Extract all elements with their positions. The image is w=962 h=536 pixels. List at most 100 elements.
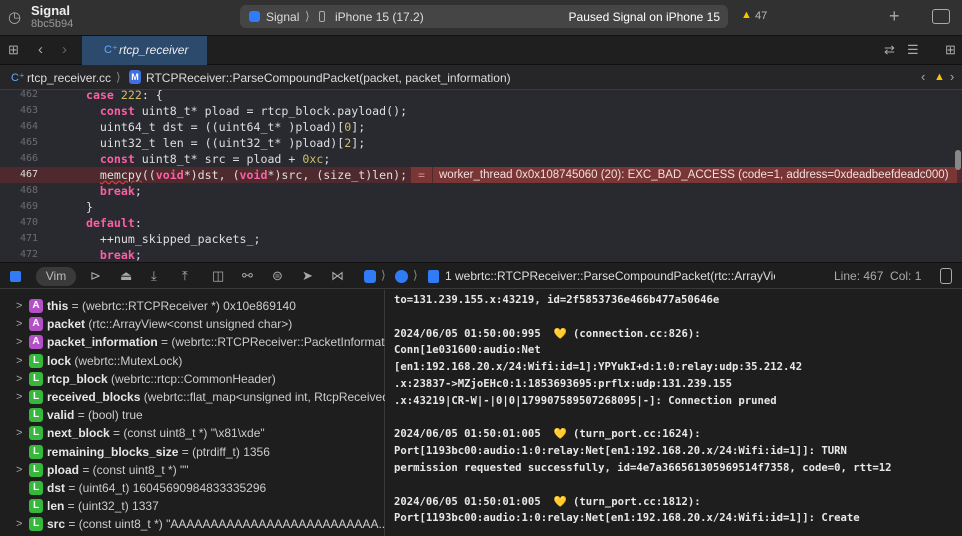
console-output[interactable]: to=131.239.155.x:43219, id=2f5853736e466… [386, 290, 962, 536]
continue-icon[interactable]: ⊳ [90, 268, 101, 284]
app-icon[interactable] [364, 270, 376, 283]
disclosure-chevron-icon[interactable]: > [16, 370, 22, 388]
swap-icon[interactable]: ⇄ [884, 42, 895, 58]
variables-view[interactable]: > Athis = (webrtc::RTCPReceiver *) 0x10e8… [0, 290, 385, 536]
variable-value: (rtc::ArrayView<const unsigned char>) [85, 317, 293, 332]
hide-debug-area-icon[interactable] [10, 271, 21, 282]
warning-count[interactable]: 47 [755, 10, 767, 22]
variable-text: remaining_blocks_size = (ptrdiff_t) 1356 [47, 443, 270, 461]
local-badge-icon: L [29, 499, 43, 514]
variable-row[interactable]: > Athis = (webrtc::RTCPReceiver *) 0x10e8… [0, 297, 385, 315]
code-line[interactable]: 462 case 222: { [0, 90, 962, 103]
warning-icon[interactable]: ▲ [741, 9, 752, 21]
add-icon[interactable]: + [889, 6, 900, 27]
variable-row[interactable]: > Lsrc = (const uint8_t *) "AAAAAAAAAAAAA… [0, 515, 385, 533]
code-line[interactable]: 463 const uint8_t* pload = rtcp_block.pa… [0, 103, 962, 119]
cpp-file-icon: C⁺ [104, 44, 118, 56]
console-line: [en1:192.168.20.x/24:Wifi:id=1]:YPYukI+d… [394, 361, 803, 374]
step-into-icon[interactable]: ⤓ [151, 268, 157, 284]
activity-view[interactable]: Signal ⟩ iPhone 15 (17.2) Paused Signal … [240, 5, 728, 28]
step-out-icon[interactable]: ⤒ [182, 268, 188, 284]
jumpbar-file[interactable]: rtcp_receiver.cc [27, 71, 111, 85]
code-line[interactable]: 466 const uint8_t* src = pload + 0xc; [0, 151, 962, 167]
variable-row[interactable]: Llen = (uint32_t) 1337 [0, 497, 385, 515]
editor-options-icon[interactable]: ☰ [907, 42, 919, 58]
console-line: to=131.239.155.x:43219, id=2f5853736e466… [394, 294, 720, 306]
variable-row[interactable]: Lvalid = (bool) true [0, 406, 385, 424]
forward-icon[interactable]: › [62, 41, 67, 58]
tab-rtcp-receiver[interactable]: C⁺ rtcp_receiver [82, 36, 207, 65]
line-number: 469 [19, 201, 38, 212]
disclosure-chevron-icon[interactable]: > [16, 352, 22, 370]
variable-row[interactable]: > Lpload = (const uint8_t *) "" [0, 461, 385, 479]
variable-row[interactable]: > Lreceived_blocks (webrtc::flat_map<unsi… [0, 388, 385, 406]
memory-graph-icon[interactable]: ⚯ [242, 268, 253, 284]
variable-value: = (uint32_t) 1337 [64, 499, 159, 514]
inspector-toggle-icon[interactable] [932, 9, 950, 24]
variable-text: packet_information = (webrtc::RTCPReceiv… [47, 333, 385, 351]
error-message[interactable]: worker_thread 0x0x108745060 (20): EXC_BA… [433, 167, 957, 183]
variable-value: (webrtc::rtcp::CommonHeader) [107, 371, 276, 386]
variable-value: = (bool) true [74, 408, 143, 423]
code-line[interactable]: 472 break; [0, 247, 962, 262]
variable-row[interactable]: > Lrtcp_block (webrtc::rtcp::CommonHeader… [0, 370, 385, 388]
variable-value: (webrtc::flat_map<unsigned int, RtcpRece… [140, 390, 385, 404]
line-number: 472 [19, 249, 38, 260]
variable-name: lock [47, 353, 72, 368]
variable-row[interactable]: > Apacket_information = (webrtc::RTCPRece… [0, 333, 385, 351]
jump-bar: C⁺ rtcp_receiver.cc ⟩ M RTCPReceiver::Pa… [0, 65, 962, 90]
history-icon[interactable]: ◷ [8, 8, 21, 26]
disclosure-chevron-icon[interactable]: > [16, 315, 22, 333]
jumpbar-method[interactable]: RTCPReceiver::ParseCompoundPacket(packet… [146, 71, 511, 85]
grid-icon[interactable]: ⊞ [8, 42, 19, 58]
signal-app-icon [249, 11, 260, 22]
disclosure-chevron-icon[interactable]: > [16, 388, 22, 406]
console-line: permission requested successfully, id=4e… [394, 462, 892, 474]
variable-row[interactable]: > Lnext_block = (const uint8_t *) "\x81\x… [0, 424, 385, 442]
variable-text: dst = (uint64_t) 16045690984833335296 [47, 479, 266, 497]
variable-row[interactable]: Ldst = (uint64_t) 16045690984833335296 [0, 479, 385, 497]
code-line[interactable]: 465 uint32_t len = ((uint32_t* )pload)[2… [0, 135, 962, 151]
code-line[interactable]: 467 memcpy((void*)dst, (void*)src, (size… [0, 167, 962, 183]
code-line[interactable]: 464 uint64_t dst = ((uint64_t* )pload)[0… [0, 119, 962, 135]
variable-row[interactable]: > Apacket (rtc::ArrayView<const unsigned … [0, 315, 385, 333]
disclosure-chevron-icon[interactable]: > [16, 515, 22, 533]
code-line[interactable]: 469 } [0, 199, 962, 215]
cpp-file-icon: C⁺ [11, 72, 25, 84]
scheme-selector[interactable]: Signal [266, 10, 299, 24]
device-selector[interactable]: iPhone 15 (17.2) [335, 10, 424, 24]
add-editor-icon[interactable]: ⊞ [945, 42, 956, 58]
instruments-icon[interactable]: ⋈ [331, 268, 344, 284]
variable-text: next_block = (const uint8_t *) "\x81\xde… [47, 424, 265, 442]
next-issue-icon[interactable]: › [950, 69, 954, 84]
source-editor[interactable]: 462 case 222: {463 const uint8_t* pload … [0, 90, 962, 262]
local-badge-icon: L [29, 426, 43, 441]
location-icon[interactable]: ➤ [302, 268, 313, 284]
variable-name: pload [47, 462, 79, 477]
console-toggle-icon[interactable] [940, 268, 952, 284]
environment-icon[interactable]: ⊜ [272, 268, 283, 284]
editor-scrollbar[interactable] [955, 150, 961, 170]
view-hierarchy-icon[interactable]: ◫ [212, 268, 224, 284]
error-icon[interactable]: = [411, 167, 432, 183]
console-line: Port[1193bc00:audio:1:0:relay:Net[en1:19… [394, 512, 860, 525]
variable-name: rtcp_block [47, 371, 108, 386]
variable-row[interactable]: > Llock (webrtc::MutexLock) [0, 352, 385, 370]
code-line[interactable]: 468 break; [0, 183, 962, 199]
thread-icon[interactable] [395, 270, 408, 283]
warning-icon[interactable]: ▲ [934, 71, 945, 83]
variable-row[interactable]: Lremaining_blocks_size = (ptrdiff_t) 135… [0, 443, 385, 461]
step-over-icon[interactable]: ⏏ [120, 268, 132, 284]
disclosure-chevron-icon[interactable]: > [16, 424, 22, 442]
stack-frame-selector[interactable]: 1 webrtc::RTCPReceiver::ParseCompoundPac… [445, 269, 775, 283]
vim-mode-button[interactable]: Vim [36, 267, 76, 286]
disclosure-chevron-icon[interactable]: > [16, 333, 22, 351]
code-line[interactable]: 470 default: [0, 215, 962, 231]
code-line[interactable]: 471 ++num_skipped_packets_; [0, 231, 962, 247]
previous-issue-icon[interactable]: ‹ [921, 69, 925, 84]
disclosure-chevron-icon[interactable]: > [16, 297, 22, 315]
variable-name: received_blocks [47, 390, 141, 404]
back-icon[interactable]: ‹ [38, 41, 43, 58]
variable-name: this [47, 299, 69, 313]
disclosure-chevron-icon[interactable]: > [16, 461, 22, 479]
